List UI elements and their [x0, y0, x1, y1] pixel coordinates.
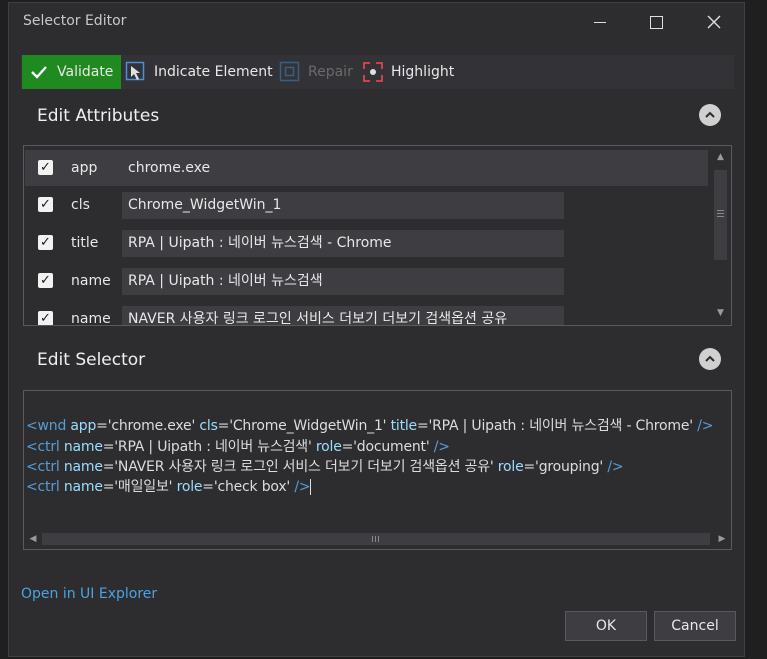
selector-editor-textarea[interactable]: <wnd app='chrome.exe' cls='Chrome_Widget… — [23, 390, 732, 550]
window-title: Selector Editor — [23, 13, 127, 29]
maximize-icon — [649, 15, 663, 29]
selector-line: <wnd app='chrome.exe' cls='Chrome_Widget… — [26, 418, 714, 434]
attributes-list: ✓ app chrome.exe ✓ cls Chrome_WidgetWin_… — [23, 145, 732, 326]
attribute-row[interactable]: ✓ name NAVER 사용자 링크 로그인 서비스 더보기 더보기 검색옵션… — [25, 301, 708, 326]
cursor-target-icon — [125, 61, 147, 83]
selector-line: <ctrl name='매일일보' role='check box' /> — [26, 479, 312, 495]
attribute-name: title — [71, 235, 99, 251]
attribute-name: name — [71, 273, 111, 289]
collapse-selector-button[interactable] — [699, 348, 721, 370]
indicate-element-label: Indicate Element — [154, 64, 273, 80]
edit-selector-title: Edit Selector — [37, 350, 146, 370]
attribute-checkbox[interactable]: ✓ — [38, 160, 53, 175]
attribute-name: app — [71, 160, 98, 176]
attribute-checkbox[interactable]: ✓ — [38, 311, 53, 325]
highlight-icon — [362, 61, 384, 83]
selector-horizontal-scrollbar[interactable]: ◀ ▶ — [26, 531, 729, 547]
ok-button[interactable]: OK — [565, 611, 647, 641]
attribute-checkbox[interactable]: ✓ — [38, 197, 53, 212]
highlight-label: Highlight — [391, 64, 455, 80]
highlight-button[interactable]: Highlight — [362, 55, 454, 89]
selector-line: <ctrl name='RPA | Uipath : 네이버 뉴스검색' rol… — [26, 439, 450, 455]
text-caret — [310, 479, 312, 495]
scroll-left-icon[interactable]: ◀ — [26, 531, 40, 547]
edit-attributes-title: Edit Attributes — [37, 106, 160, 126]
attribute-row[interactable]: ✓ name RPA | Uipath : 네이버 뉴스검색 — [25, 263, 708, 299]
repair-icon — [279, 61, 301, 83]
minimize-button[interactable] — [585, 9, 615, 35]
minimize-icon — [594, 21, 606, 23]
collapse-attributes-button[interactable] — [699, 104, 721, 126]
cancel-button[interactable]: Cancel — [654, 611, 736, 641]
attribute-name: name — [71, 311, 111, 326]
repair-label: Repair — [308, 64, 353, 80]
attribute-row[interactable]: ✓ title RPA | Uipath : 네이버 뉴스검색 - Chrome — [25, 225, 708, 261]
attribute-value-field[interactable]: NAVER 사용자 링크 로그인 서비스 더보기 더보기 검색옵션 공유 — [122, 306, 564, 325]
chevron-up-icon — [705, 111, 715, 118]
maximize-button[interactable] — [641, 9, 671, 35]
attribute-row[interactable]: ✓ app chrome.exe — [25, 150, 708, 186]
checkmark-icon — [28, 61, 50, 83]
close-button[interactable] — [699, 9, 729, 35]
validate-button[interactable]: Validate — [22, 55, 121, 89]
indicate-element-button[interactable]: Indicate Element — [125, 55, 273, 89]
title-bar: Selector Editor — [9, 3, 744, 41]
validate-label: Validate — [57, 64, 114, 80]
scroll-down-icon[interactable]: ▼ — [712, 306, 729, 320]
scroll-right-icon[interactable]: ▶ — [715, 531, 729, 547]
close-icon — [707, 15, 721, 29]
attribute-value-field[interactable]: Chrome_WidgetWin_1 — [122, 192, 564, 219]
attribute-checkbox[interactable]: ✓ — [38, 273, 53, 288]
scroll-up-icon[interactable]: ▲ — [712, 150, 729, 164]
selector-editor-window: Selector Editor Validate Indicate Elemen… — [8, 2, 745, 657]
attributes-scrollbar[interactable]: ▲ ▼ — [712, 148, 729, 323]
scrollbar-thumb[interactable] — [714, 170, 727, 260]
open-in-ui-explorer-link[interactable]: Open in UI Explorer — [21, 586, 157, 602]
attribute-name: cls — [71, 197, 90, 213]
scrollbar-thumb[interactable] — [42, 533, 710, 545]
chevron-up-icon — [705, 355, 715, 362]
attribute-row[interactable]: ✓ cls Chrome_WidgetWin_1 — [25, 187, 708, 223]
attribute-checkbox[interactable]: ✓ — [38, 235, 53, 250]
selector-line: <ctrl name='NAVER 사용자 링크 로그인 서비스 더보기 더보기… — [26, 459, 624, 475]
attribute-value-field[interactable]: RPA | Uipath : 네이버 뉴스검색 — [122, 268, 564, 295]
attribute-value-field[interactable]: chrome.exe — [122, 155, 564, 182]
attribute-value-field[interactable]: RPA | Uipath : 네이버 뉴스검색 - Chrome — [122, 230, 564, 257]
toolbar: Validate Indicate Element Repair Highlig… — [21, 55, 734, 89]
repair-button[interactable]: Repair — [279, 55, 353, 89]
